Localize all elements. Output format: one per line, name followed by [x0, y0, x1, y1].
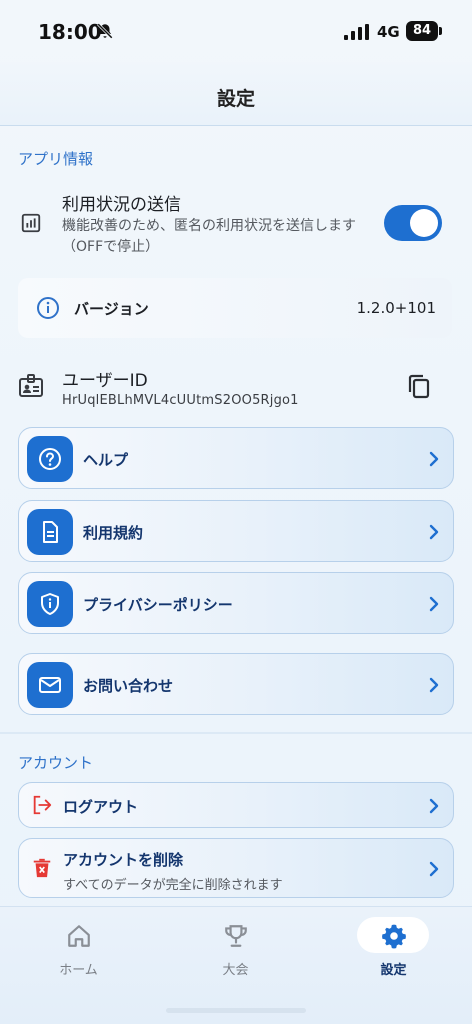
section-label-account: アカウント: [18, 754, 94, 772]
delete-account-label: アカウントを削除: [63, 851, 184, 869]
user-id-value: HrUqlEBLhMVL4cUUtmS2OO5Rjgo1: [62, 393, 299, 408]
status-time: 18:00: [38, 20, 102, 44]
section-divider: [0, 732, 472, 734]
chevron-right-icon: [429, 861, 439, 877]
trash-icon: [33, 858, 51, 878]
tab-home-label: ホーム: [59, 963, 98, 978]
contact-badge: [27, 662, 73, 708]
delete-account-description: すべてのデータが完全に削除されます: [63, 878, 283, 893]
trophy-icon: [225, 925, 247, 947]
privacy-policy-label: プライバシーポリシー: [83, 596, 233, 614]
usage-toggle[interactable]: [384, 205, 442, 241]
help-button[interactable]: ヘルプ: [18, 427, 454, 489]
home-indicator: [166, 1008, 306, 1013]
delete-account-button[interactable]: アカウントを削除 すべてのデータが完全に削除されます: [18, 838, 454, 898]
section-label-app-info: アプリ情報: [18, 150, 94, 168]
chevron-right-icon: [429, 798, 439, 814]
mail-icon: [39, 677, 61, 693]
help-label: ヘルプ: [83, 451, 129, 469]
logout-button[interactable]: ログアウト: [18, 782, 454, 828]
usage-title: 利用状況の送信: [62, 195, 181, 215]
tab-tournament-label: 大会: [222, 963, 249, 978]
user-id-label: ユーザーID: [62, 371, 148, 391]
terms-label: 利用規約: [83, 524, 144, 542]
tab-settings[interactable]: 設定: [315, 907, 472, 987]
chevron-right-icon: [429, 596, 439, 612]
help-badge: [27, 436, 73, 482]
help-circle-icon: [39, 448, 61, 470]
version-value: 1.2.0+101: [356, 299, 436, 317]
status-bar: 18:00 4G 84: [0, 0, 472, 62]
analytics-icon: [21, 213, 41, 233]
toggle-knob: [410, 209, 438, 237]
bell-muted-icon: [97, 23, 113, 39]
chevron-right-icon: [429, 677, 439, 693]
tab-bar: ホーム 大会 設定: [0, 906, 472, 1024]
chevron-right-icon: [429, 451, 439, 467]
id-badge-icon: [19, 374, 43, 397]
copy-icon[interactable]: [406, 374, 432, 400]
document-icon: [43, 521, 58, 543]
page-title: 設定: [216, 88, 255, 110]
home-icon: [68, 925, 90, 947]
logout-icon: [33, 795, 52, 815]
contact-button[interactable]: お問い合わせ: [18, 653, 454, 715]
usage-description: 機能改善のため、匿名の利用状況を送信します（OFFで停止）: [62, 218, 356, 255]
version-label: バージョン: [74, 300, 149, 318]
gear-icon: [382, 924, 406, 949]
signal-icon: [344, 24, 369, 40]
tab-home[interactable]: ホーム: [0, 907, 157, 987]
logout-label: ログアウト: [63, 798, 139, 816]
tab-settings-label: 設定: [380, 963, 407, 978]
privacy-badge: [27, 581, 73, 627]
terms-button[interactable]: 利用規約: [18, 500, 454, 562]
battery-icon: 84: [406, 21, 442, 41]
terms-badge: [27, 509, 73, 555]
network-type: 4G: [377, 23, 400, 41]
header: 設定: [0, 62, 472, 126]
contact-label: お問い合わせ: [83, 677, 174, 695]
shield-info-icon: [41, 593, 59, 615]
version-card: バージョン 1.2.0+101: [18, 278, 452, 338]
info-icon: [37, 297, 59, 319]
chevron-right-icon: [429, 524, 439, 540]
privacy-policy-button[interactable]: プライバシーポリシー: [18, 572, 454, 634]
tab-tournament[interactable]: 大会: [157, 907, 314, 987]
